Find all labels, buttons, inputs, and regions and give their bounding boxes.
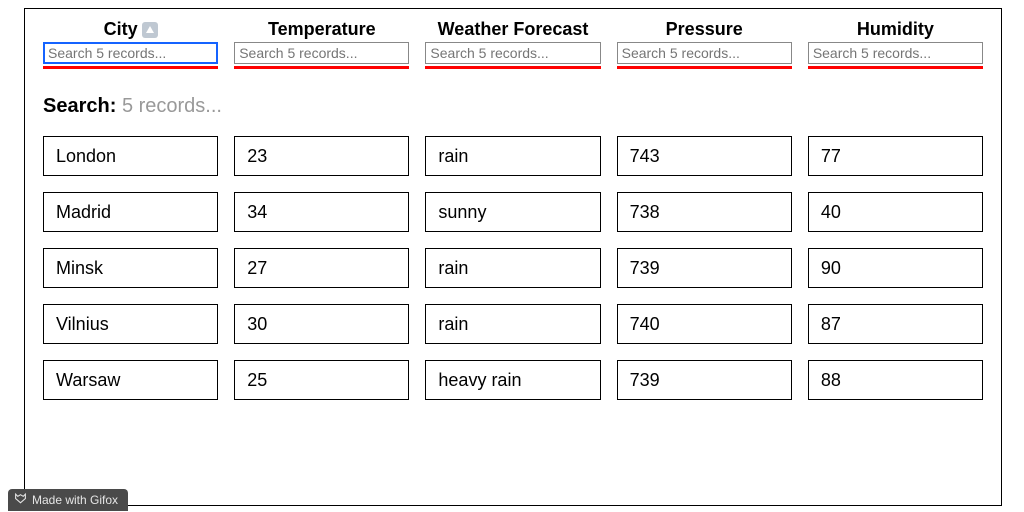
cell-humidity: 90 xyxy=(808,248,983,288)
cell-forecast: rain xyxy=(425,136,600,176)
column-underline xyxy=(43,66,218,69)
column-underline xyxy=(808,66,983,69)
cell-pressure: 738 xyxy=(617,192,792,232)
cell-forecast: rain xyxy=(425,248,600,288)
global-search-summary: Search: 5 records... xyxy=(43,95,983,118)
cell-city: Warsaw xyxy=(43,360,218,400)
cell-forecast: heavy rain xyxy=(425,360,600,400)
column-underline xyxy=(425,66,600,69)
cell-city: London xyxy=(43,136,218,176)
cell-pressure: 739 xyxy=(617,360,792,400)
cell-temperature: 27 xyxy=(234,248,409,288)
filter-input-city[interactable] xyxy=(43,42,218,64)
column-label-forecast: Weather Forecast xyxy=(438,19,589,40)
fox-icon xyxy=(14,492,27,508)
cell-pressure: 739 xyxy=(617,248,792,288)
column-underline xyxy=(617,66,792,69)
table-row: Warsaw 25 heavy rain 739 88 xyxy=(43,360,983,400)
column-header-humidity[interactable]: Humidity xyxy=(808,19,983,69)
table-row: Madrid 34 sunny 738 40 xyxy=(43,192,983,232)
column-label-pressure: Pressure xyxy=(666,19,743,40)
cell-city: Vilnius xyxy=(43,304,218,344)
cell-pressure: 740 xyxy=(617,304,792,344)
column-header-forecast[interactable]: Weather Forecast xyxy=(425,19,600,69)
watermark-text: Made with Gifox xyxy=(32,493,118,507)
cell-temperature: 34 xyxy=(234,192,409,232)
column-label-humidity: Humidity xyxy=(857,19,934,40)
watermark-badge: Made with Gifox xyxy=(8,489,128,511)
data-grid: London 23 rain 743 77 Madrid 34 sunny 73… xyxy=(43,136,983,400)
cell-temperature: 30 xyxy=(234,304,409,344)
app-frame: City Temperature Weather Forecast Pressu… xyxy=(24,8,1002,506)
filter-input-humidity[interactable] xyxy=(808,42,983,64)
cell-city: Madrid xyxy=(43,192,218,232)
cell-city: Minsk xyxy=(43,248,218,288)
column-header-city[interactable]: City xyxy=(43,19,218,69)
cell-temperature: 25 xyxy=(234,360,409,400)
column-header-pressure[interactable]: Pressure xyxy=(617,19,792,69)
cell-temperature: 23 xyxy=(234,136,409,176)
filter-input-temperature[interactable] xyxy=(234,42,409,64)
table-row: London 23 rain 743 77 xyxy=(43,136,983,176)
cell-forecast: rain xyxy=(425,304,600,344)
cell-humidity: 77 xyxy=(808,136,983,176)
sort-asc-icon[interactable] xyxy=(142,22,158,38)
search-label: Search: xyxy=(43,95,116,117)
column-underline xyxy=(234,66,409,69)
column-header-temperature[interactable]: Temperature xyxy=(234,19,409,69)
column-headers: City Temperature Weather Forecast Pressu… xyxy=(43,19,983,69)
table-row: Minsk 27 rain 739 90 xyxy=(43,248,983,288)
filter-input-pressure[interactable] xyxy=(617,42,792,64)
cell-humidity: 88 xyxy=(808,360,983,400)
column-label-temperature: Temperature xyxy=(268,19,376,40)
table-row: Vilnius 30 rain 740 87 xyxy=(43,304,983,344)
cell-pressure: 743 xyxy=(617,136,792,176)
cell-humidity: 40 xyxy=(808,192,983,232)
filter-input-forecast[interactable] xyxy=(425,42,600,64)
column-label-city: City xyxy=(104,19,138,40)
cell-humidity: 87 xyxy=(808,304,983,344)
cell-forecast: sunny xyxy=(425,192,600,232)
search-value: 5 records... xyxy=(122,95,222,117)
